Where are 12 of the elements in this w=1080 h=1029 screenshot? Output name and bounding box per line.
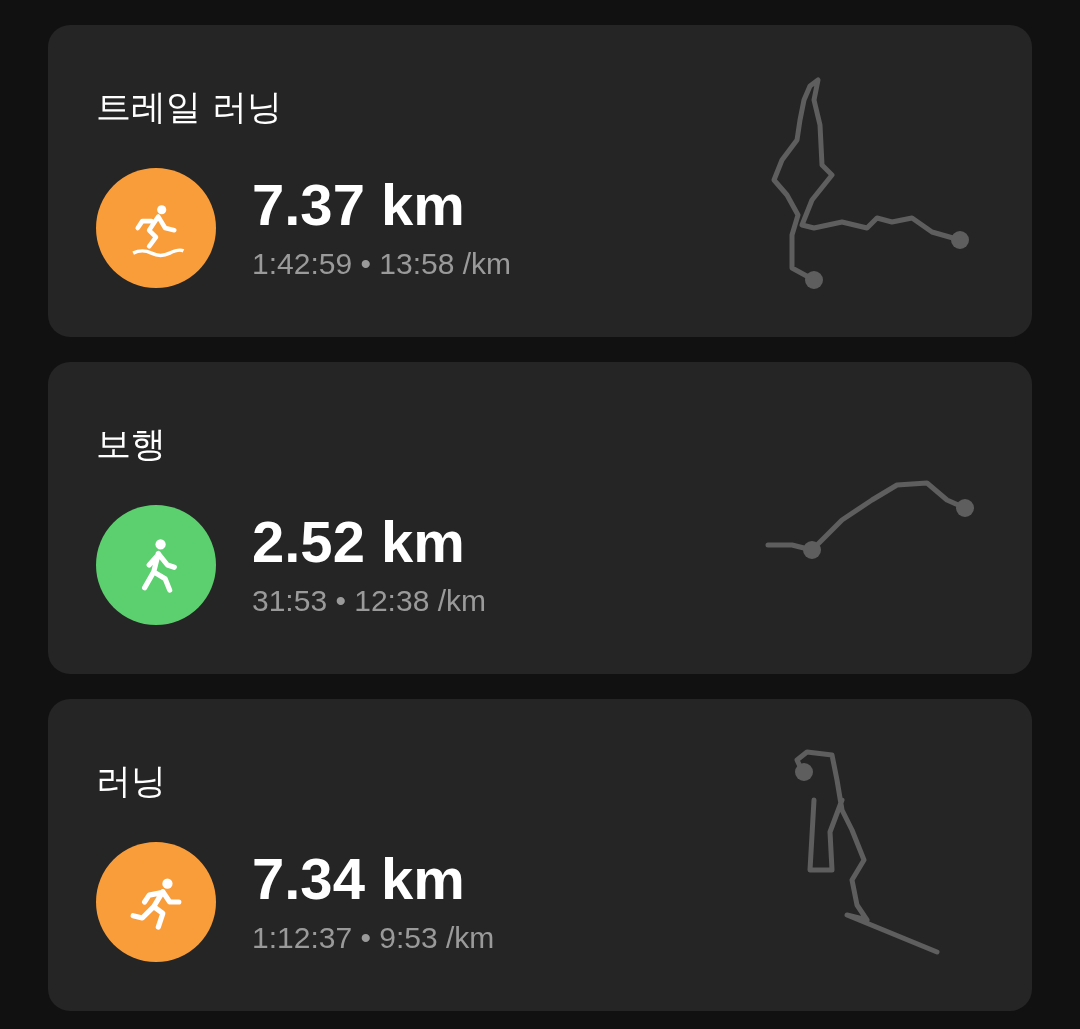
activity-card[interactable]: 러닝 7.34 km 1:12:37 • 9:53 /km (48, 699, 1032, 1011)
distance-text: 7.37 km (252, 172, 466, 238)
distance-text: 7.34 km (252, 846, 466, 912)
activity-title: 러닝 (96, 760, 167, 803)
activity-card[interactable]: 보행 2.52 km 31:53 • 12:38 /km (48, 362, 1032, 674)
activity-card[interactable]: 트레일 러닝 7.37 km 1:42:59 • 13:58 /km (48, 25, 1032, 337)
duration-pace-text: 1:12:37 • 9:53 /km (252, 920, 495, 956)
activity-title: 보행 (96, 423, 167, 466)
duration-pace-text: 1:42:59 • 13:58 /km (252, 246, 511, 282)
distance-text: 2.52 km (252, 509, 466, 575)
duration-pace-text: 31:53 • 12:38 /km (252, 583, 486, 619)
activity-title: 트레일 러닝 (96, 86, 284, 129)
